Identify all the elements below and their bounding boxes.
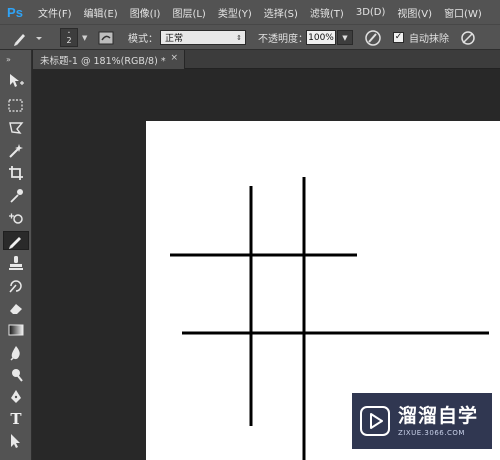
auto-erase-checkbox[interactable]: ✓ [393, 32, 404, 43]
select-arrows-icon: ⇕ [236, 33, 242, 42]
tool-panel: » T [0, 50, 32, 460]
dodge-tool-icon[interactable] [3, 365, 29, 384]
opacity-input[interactable]: 100% [306, 30, 336, 45]
panel-collapse-grip[interactable]: » [6, 54, 26, 64]
brush-preset-picker[interactable] [12, 25, 42, 50]
marquee-tool-icon[interactable] [3, 96, 29, 115]
magic-wand-tool-icon[interactable] [3, 141, 29, 160]
brush-size-value: 2 [66, 35, 72, 45]
photoshop-logo: Ps [7, 4, 23, 20]
close-icon[interactable]: × [170, 53, 178, 63]
document-tab-strip: 未标题-1 @ 181%(RGB/8) * × [33, 50, 500, 69]
menu-edit[interactable]: 编辑(E) [84, 5, 118, 20]
move-tool-icon[interactable] [3, 71, 29, 90]
history-brush-tool-icon[interactable] [3, 276, 29, 295]
brush-size-dropdown[interactable]: ▼ [82, 25, 87, 50]
watermark-text: 溜溜自学 ZIXUE.3066.COM [398, 405, 478, 437]
crop-tool-icon[interactable] [3, 163, 29, 182]
menu-layer[interactable]: 图层(L) [172, 5, 205, 20]
pressure-opacity-button[interactable] [364, 25, 382, 50]
pen-tool-icon[interactable] [3, 387, 29, 406]
healing-brush-tool-icon[interactable] [3, 208, 29, 227]
pressure-size-button[interactable] [459, 25, 477, 50]
play-logo-icon [360, 406, 390, 436]
brush-panel-icon [98, 31, 114, 44]
mode-label: 模式： [128, 34, 158, 45]
path-selection-tool-icon[interactable] [3, 431, 29, 450]
brush-panel-toggle[interactable] [98, 25, 114, 50]
menu-select[interactable]: 选择(S) [264, 5, 298, 20]
menu-window[interactable]: 窗口(W) [444, 5, 482, 20]
watermark: 溜溜自学 ZIXUE.3066.COM [352, 393, 492, 449]
menu-type[interactable]: 类型(Y) [218, 5, 252, 20]
pressure-size-icon [461, 30, 475, 45]
clone-stamp-tool-icon[interactable] [3, 253, 29, 272]
checkmark-icon: ✓ [394, 32, 403, 42]
menu-bar: Ps 文件(F) 编辑(E) 图像(I) 图层(L) 类型(Y) 选择(S) 滤… [0, 0, 500, 24]
watermark-url: ZIXUE.3066.COM [398, 429, 465, 437]
gradient-tool-icon[interactable] [3, 320, 29, 339]
type-tool-glyph: T [10, 409, 22, 428]
menu-3d[interactable]: 3D(D) [356, 7, 386, 18]
lasso-tool-icon[interactable] [3, 118, 29, 137]
opacity-label: 不透明度： [258, 34, 308, 45]
type-tool-icon[interactable]: T [3, 409, 29, 428]
menu-image[interactable]: 图像(I) [130, 5, 161, 20]
options-bar: · 2 ▼ 模式： 正常 ⇕ 不透明度： 100% ▼ ✓ 自动抹除 [0, 24, 500, 50]
menu-filter[interactable]: 滤镜(T) [310, 5, 344, 20]
watermark-title: 溜溜自学 [398, 405, 479, 427]
pencil-tool-icon[interactable] [3, 231, 29, 250]
eyedropper-tool-icon[interactable] [3, 186, 29, 205]
document-tab-title: 未标题-1 @ 181%(RGB/8) * [40, 55, 166, 67]
menu-file[interactable]: 文件(F) [38, 5, 72, 20]
menu-items: 文件(F) 编辑(E) 图像(I) 图层(L) 类型(Y) 选择(S) 滤镜(T… [38, 5, 494, 20]
menu-view[interactable]: 视图(V) [397, 5, 432, 20]
pencil-icon [14, 33, 42, 46]
document-tab[interactable]: 未标题-1 @ 181%(RGB/8) * × [33, 50, 185, 69]
double-chevron-icon: » [6, 54, 11, 64]
blend-mode-select[interactable]: 正常 ⇕ [160, 30, 246, 45]
auto-erase-label: 自动抹除 [409, 34, 449, 45]
eraser-tool-icon[interactable] [3, 298, 29, 317]
blend-mode-value: 正常 [165, 34, 184, 44]
opacity-dropdown[interactable]: ▼ [337, 30, 353, 45]
brush-size-picker[interactable]: · 2 [60, 28, 78, 47]
chevron-down-icon: ▼ [82, 33, 88, 42]
blur-tool-icon[interactable] [3, 343, 29, 362]
pressure-opacity-icon [365, 29, 381, 46]
chevron-down-icon: ▼ [342, 33, 348, 42]
